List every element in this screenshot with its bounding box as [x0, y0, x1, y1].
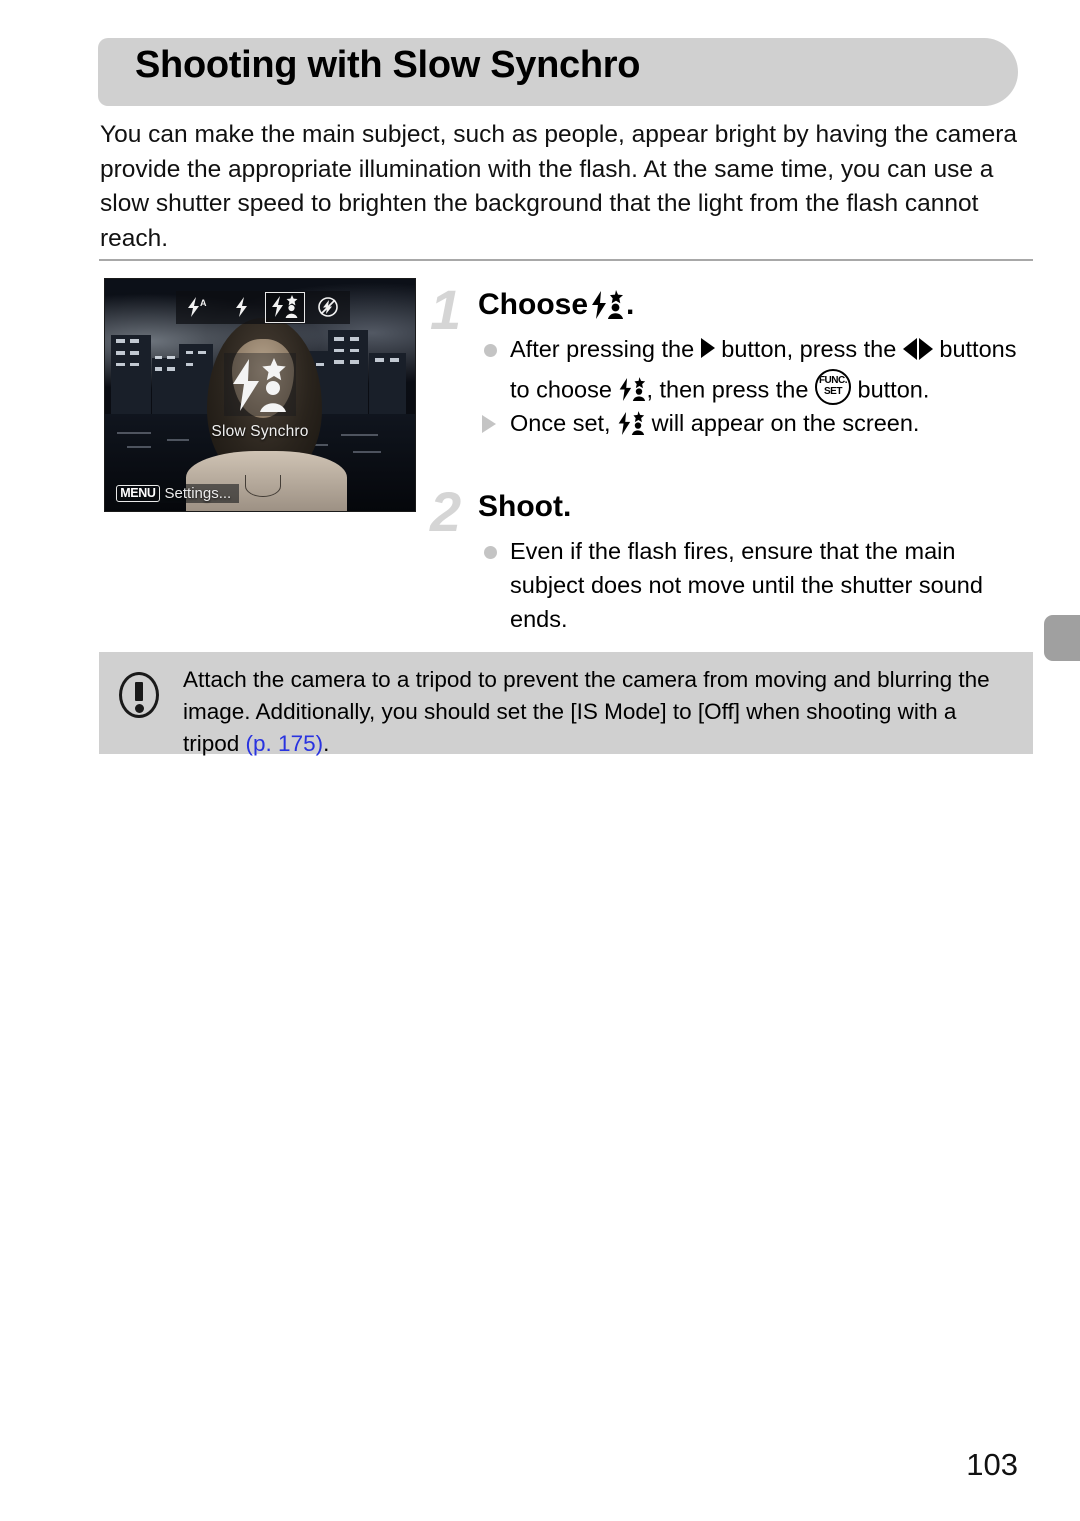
exclamation-circle-icon: [119, 672, 159, 718]
building-window: [349, 360, 360, 364]
building-window: [185, 362, 194, 366]
building-window: [115, 350, 126, 355]
building-window: [334, 337, 344, 341]
flash-auto-icon[interactable]: A: [179, 293, 217, 322]
building-window: [154, 355, 163, 360]
triangle-bullet-icon: [482, 415, 496, 434]
section-divider: [99, 259, 1033, 261]
step-1-heading-text: Choose: [478, 288, 589, 321]
building-window: [115, 362, 126, 367]
page-title: Shooting with Slow Synchro: [135, 44, 641, 86]
chapter-edge-tab: [1044, 615, 1080, 661]
arrow-left-right-icon: [902, 335, 933, 369]
slow-synchro-icon: [590, 290, 624, 320]
building-window: [129, 362, 140, 367]
building-window: [129, 350, 140, 355]
camera-screen-figure: A Slow Synchro MENU Settings...: [104, 278, 416, 512]
step-1-number: 1: [430, 278, 462, 341]
step-2-number: 2: [430, 480, 462, 543]
slow-synchro-large-icon: [224, 353, 296, 416]
skyline-building: [328, 330, 369, 414]
building-window: [198, 350, 206, 355]
step-1-bullet-2: Once set, will appear on the screen.: [478, 406, 1035, 440]
step-1-bullet-2-seg-1: Once set,: [510, 410, 618, 437]
building-window: [349, 337, 360, 341]
building-window: [167, 367, 175, 371]
dot-bullet-icon: [484, 546, 497, 559]
step-2-bullet-1-text: Even if the flash fires, ensure that the…: [510, 538, 983, 632]
step-1-body: After pressing the button, press the but…: [478, 332, 1035, 440]
building-window: [374, 357, 384, 362]
necklace: [244, 475, 281, 498]
step-2-bullet-1: Even if the flash fires, ensure that the…: [478, 534, 1035, 636]
dot-bullet-icon: [484, 344, 497, 357]
building-window: [154, 367, 163, 371]
svg-text:A: A: [200, 298, 207, 308]
slow-synchro-icon[interactable]: [264, 291, 305, 323]
building-window: [115, 339, 126, 344]
step-1-heading: Choose .: [478, 288, 634, 322]
flash-off-icon[interactable]: [309, 293, 347, 322]
set-label: SET: [823, 385, 842, 397]
step-1-bullet-1-seg-1: After pressing the: [510, 336, 701, 362]
menu-settings-hint[interactable]: MENU Settings...: [114, 483, 240, 503]
func-set-button-icon: FUNC. SET: [814, 368, 851, 405]
page-reference-link[interactable]: (p. 175): [246, 731, 324, 756]
building-window: [334, 348, 344, 353]
page-number: 103: [966, 1447, 1018, 1482]
slow-synchro-icon: [618, 376, 646, 402]
building-window: [390, 357, 400, 362]
step-1-bullet-1-seg-5: button.: [850, 376, 930, 403]
skyline-building: [111, 334, 152, 414]
step-1-bullet-1-seg-4: , then press the: [646, 376, 815, 403]
step-2-body: Even if the flash fires, ensure that the…: [478, 534, 1035, 636]
flash-mode-label: Slow Synchro: [211, 422, 309, 440]
caution-text: Attach the camera to a tripod to prevent…: [183, 664, 1013, 760]
intro-paragraph: You can make the main subject, such as p…: [100, 121, 1018, 252]
step-2-heading: Shoot.: [478, 490, 571, 524]
flash-on-icon[interactable]: [222, 293, 260, 322]
building-window: [334, 360, 344, 364]
building-window: [167, 355, 175, 360]
flash-mode-icon-bar[interactable]: A: [176, 290, 350, 325]
arrow-right-icon: [700, 338, 715, 359]
step-2-heading-text: Shoot.: [478, 490, 572, 523]
caution-text-end: .: [323, 731, 330, 756]
building-window: [349, 348, 360, 353]
building-window: [315, 362, 324, 366]
menu-button-chip: MENU: [116, 484, 160, 502]
caution-box: Attach the camera to a tripod to prevent…: [99, 652, 1033, 756]
menu-settings-label: Settings...: [164, 484, 232, 502]
water-reflection: [126, 446, 152, 449]
step-1-heading-period: .: [626, 288, 635, 321]
water-reflection: [353, 450, 381, 453]
step-1-bullet-2-seg-2: will appear on the screen.: [645, 410, 920, 437]
func-label: FUNC.: [818, 374, 848, 386]
building-window: [129, 339, 140, 344]
step-1-bullet-1: After pressing the button, press the but…: [478, 332, 1035, 406]
step-1-bullet-1-seg-2: button, press the: [714, 336, 903, 362]
slow-synchro-icon: [617, 410, 645, 436]
skyline-building: [368, 353, 406, 414]
building-window: [185, 350, 194, 355]
